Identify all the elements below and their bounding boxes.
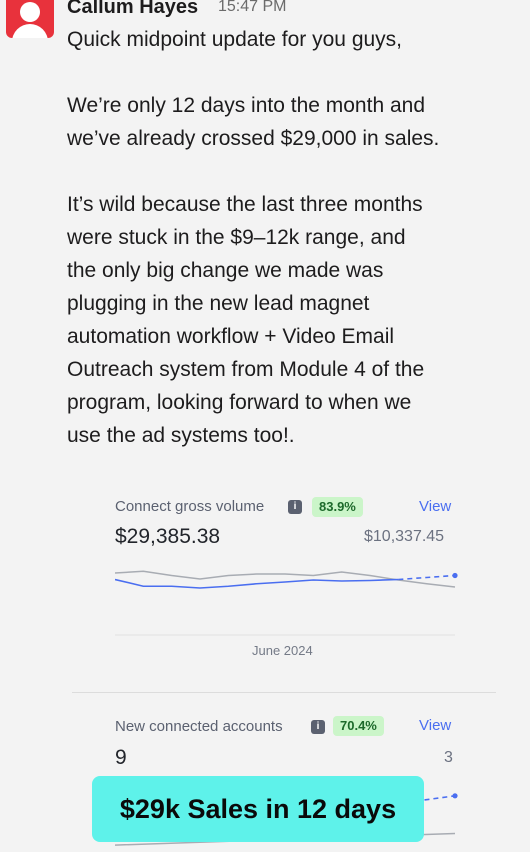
message-line: program, looking forward to when we bbox=[67, 391, 412, 414]
percent-badge: 70.4% bbox=[333, 716, 384, 736]
message-line bbox=[67, 155, 507, 188]
message-line: plugging in the new lead magnet bbox=[67, 292, 370, 315]
message-line: the only big change we made was bbox=[67, 259, 384, 282]
accounts-value: 9 bbox=[115, 746, 127, 769]
message-timestamp[interactable]: 15:47 PM bbox=[218, 0, 286, 16]
compare-value: 3 bbox=[444, 749, 453, 766]
avatar-head-shape bbox=[20, 2, 40, 22]
message-line: It’s wild because the last three months bbox=[67, 193, 423, 216]
current-point bbox=[452, 572, 458, 579]
gross-volume-value: $29,385.38 bbox=[115, 525, 221, 548]
gross-volume-chart bbox=[115, 570, 458, 636]
message-line: we’ve already crossed $29,000 in sales. bbox=[67, 127, 440, 150]
caption-banner: $29k Sales in 12 days bbox=[92, 776, 424, 842]
info-icon[interactable]: i bbox=[288, 500, 302, 514]
message-line: were stuck in the $9–12k range, and bbox=[67, 226, 406, 249]
message-line: We’re only 12 days into the month and bbox=[67, 94, 425, 117]
card-title: Connect gross volume bbox=[115, 498, 265, 515]
compare-value: $10,337.45 bbox=[364, 528, 445, 545]
sender-name[interactable]: Callum Hayes bbox=[67, 0, 198, 19]
card-divider bbox=[72, 692, 496, 693]
current-period-line bbox=[115, 578, 399, 589]
user-avatar[interactable] bbox=[6, 0, 54, 38]
message-line: automation workflow + Video Email bbox=[67, 325, 395, 348]
previous-period-line bbox=[115, 570, 456, 588]
avatar-body-shape bbox=[12, 24, 48, 38]
message-line: Quick midpoint update for you guys, bbox=[67, 28, 403, 51]
message-body: Quick midpoint update for you guys, We’r… bbox=[67, 23, 507, 452]
message-line: use the ad systems too!. bbox=[67, 424, 295, 447]
message-line bbox=[67, 56, 507, 89]
card-title: New connected accounts bbox=[115, 718, 283, 735]
percent-badge: 83.9% bbox=[312, 497, 363, 517]
current-period-line-projection bbox=[398, 574, 456, 581]
view-link[interactable]: View bbox=[419, 717, 451, 734]
message-line: Outreach system from Module 4 of the bbox=[67, 358, 425, 381]
current-point bbox=[452, 793, 458, 799]
x-axis-label: June 2024 bbox=[252, 643, 313, 658]
view-link[interactable]: View bbox=[419, 498, 451, 515]
info-icon[interactable]: i bbox=[311, 720, 325, 734]
